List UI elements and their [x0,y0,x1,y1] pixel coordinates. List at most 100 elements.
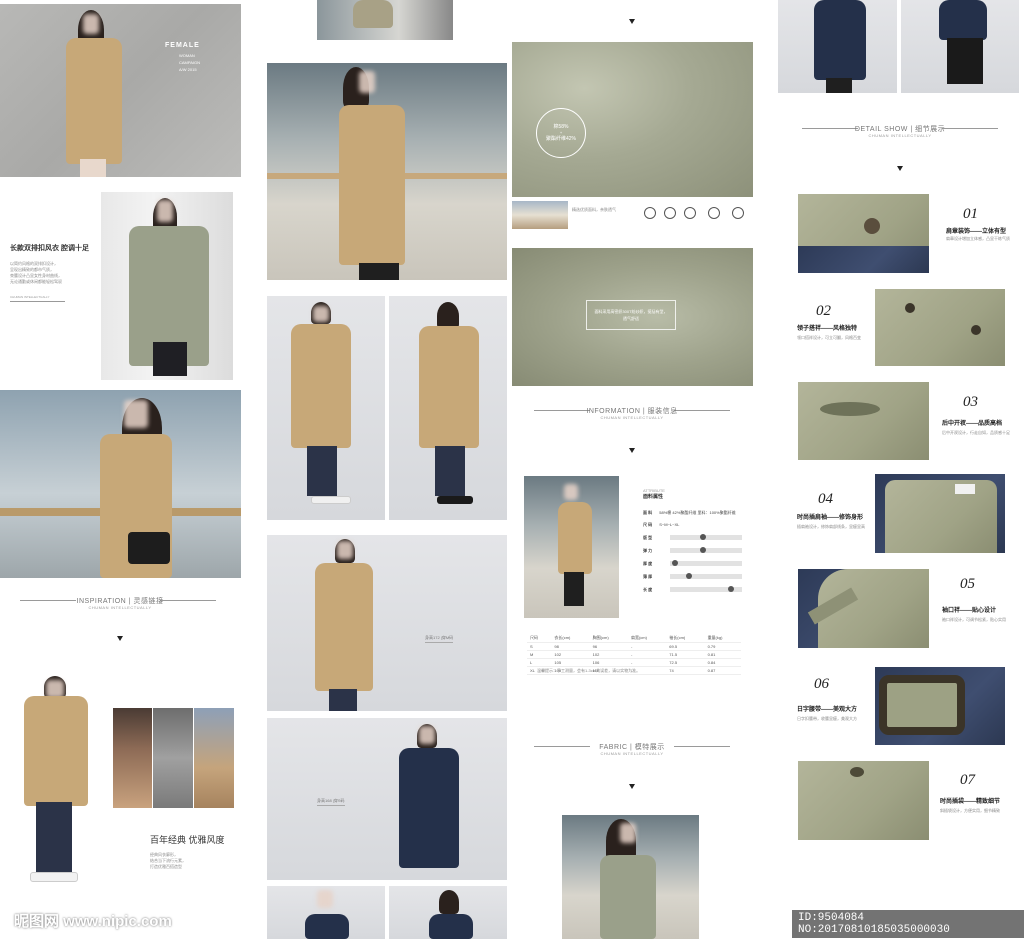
attr-value: 58%棉 42%聚酯纤维 里料：100%聚酯纤维 [659,510,736,515]
image-id-badge: ID:9504084 NO:20170810185035000030 [792,910,1024,938]
bottom-photo-right [389,886,507,939]
detail-desc-02: 领口搭袢设计，可立可翻，风格百变 [797,335,861,340]
inspiration-sub: CHUMAN INTELLECTUALLY [88,605,152,610]
detail-num-02: 02 [816,303,831,319]
fabric-poly: 聚酯纤维42% [545,136,576,142]
campaign-line4: A/W 2015 [179,67,197,72]
size-cell: 71.5 [666,650,705,659]
attr-row-fit: 版 型 [643,535,652,541]
detail-photo-06 [875,667,1005,745]
attr-label: 薄 厚 [643,574,653,579]
top-photo-left [778,0,897,93]
arrow-down-icon [897,166,903,171]
detail-num-05: 05 [960,576,975,592]
size-cell: 0.84 [704,658,741,667]
intro-brand: CHUMAN INTELLECTUALLY [10,295,65,302]
table-row: L 105 106 - 72.5 0.84 [527,658,741,667]
campaign-line3: CAMPAIGN [179,60,201,65]
attr-dot-weight [686,573,692,579]
fabric-photo-2: 面料采用高密织300T纺纱织，挺括有型，透气舒适 [512,248,753,386]
fabric-sub: CHUMAN INTELLECTUALLY [600,751,664,756]
classic-model [16,672,96,908]
attr-dot-thick [672,560,678,566]
model-legs [36,802,72,874]
top-photo-right [901,0,1019,93]
model-legs [435,446,465,496]
classic-desc-3: 打造优雅百搭造型 [150,864,182,869]
attr-dot-stretch [700,547,706,553]
intro-desc-4: 无论通勤或休闲都能轻松驾驭 [10,279,62,284]
attr-label: 版 型 [643,535,653,540]
arrow-down-icon [629,784,635,789]
detail-photo-05 [798,569,929,648]
detail-title-05: 袖口袢——贴心设计 [942,608,997,614]
model-tag-1: 身高172 |穿M码 [425,635,454,643]
detail-desc-03: 后中开衩设计，行走自如，品质感十足 [942,430,1010,435]
size-cell: - [627,650,667,659]
model-coat [558,502,592,574]
classic-title: 百年经典 优雅风度 [150,835,225,845]
detail-num-03: 03 [963,394,978,410]
model-tag-2: 身高168 |穿S码 [317,798,345,806]
attr-row-size: 尺 码 S~M~L~XL [643,522,753,528]
attr-value: S~M~L~XL [659,522,680,527]
detail-title-03: 后中开衩——品质高档 [942,421,1003,427]
attribute-block: ATTRIBUTE 面料属性 [643,488,753,500]
fabric-badge: 棉58% + 聚酯纤维42% [536,108,586,158]
detail-title-02: 领子搭袢——风格独特 [797,326,858,332]
label-tag [955,484,975,494]
model-legs [359,263,399,280]
model-coat [399,748,459,868]
size-header: 肩宽(cm) [627,634,667,643]
collage-2 [153,708,193,808]
buckle-icon [879,675,965,735]
arrow-down-icon [117,636,123,641]
belted-photo: 身高172 |穿M码 [267,535,507,711]
blurred-face [419,726,435,744]
model-legs [307,446,337,496]
model-legs [153,342,187,376]
size-cell: L [527,658,552,667]
size-cell: 72.5 [666,658,705,667]
intro-photo [101,192,233,380]
corridor-photo [267,63,507,280]
collage-1 [113,708,152,808]
detail-desc-06: 日字扣腰带，收腰显瘦，美观大方 [797,716,857,721]
size-cell: 98 [551,642,590,651]
intro-block: 长款双排扣风衣 腔调十足 以简约风格的双排扣设计， 呈现出精致的都市气质， 束腰… [10,243,100,302]
iron-icon [684,207,696,219]
attr-label: 尺 码 [643,522,653,527]
attr-dot-length [728,586,734,592]
blurred-face [337,541,353,559]
size-header: 袖长(cm) [666,634,705,643]
size-header: 胸围(cm) [589,634,628,643]
detail-desc-07: 斜插袋设计，方便实用，细节精致 [940,808,1000,813]
temp-icon [664,207,676,219]
arrow-down-icon [629,448,635,453]
model-legs [564,572,584,606]
size-note: 温馨提示：手工测量，会有1-3cm的误差，请以实物为准。 [537,668,641,673]
detail-photo-03 [798,382,929,460]
dry-icon [708,207,720,219]
model-coat [291,324,351,448]
model-coat [814,0,866,80]
attr-dot-fit [700,534,706,540]
size-cell: 0.79 [704,642,741,651]
attr-label: 弹 力 [643,548,653,553]
detail-photo-04 [875,474,1005,553]
size-cell: S [527,642,552,651]
bottom-photo-left [267,886,385,939]
fabric-note-box: 面料采用高密织300T纺纱织，挺括有型，透气舒适 [586,300,676,330]
size-cell: 0.81 [704,650,741,659]
attr-label: 厚 度 [643,561,653,566]
nipic-logo: 昵图网 www.nipic.com [14,913,172,930]
button-icon [971,325,981,335]
detail-num-04: 04 [818,491,833,507]
model-coat [315,563,373,691]
detail-desc-05: 袖口袢设计，可调节松紧，贴心实用 [942,617,1006,622]
fabric-note: 面料采用高密织300T纺纱织，挺括有型，透气舒适 [594,309,668,321]
top-crop-photo [317,0,453,40]
button-icon [864,218,880,234]
collage-3 [194,708,234,808]
arrow-down-icon [629,19,635,24]
